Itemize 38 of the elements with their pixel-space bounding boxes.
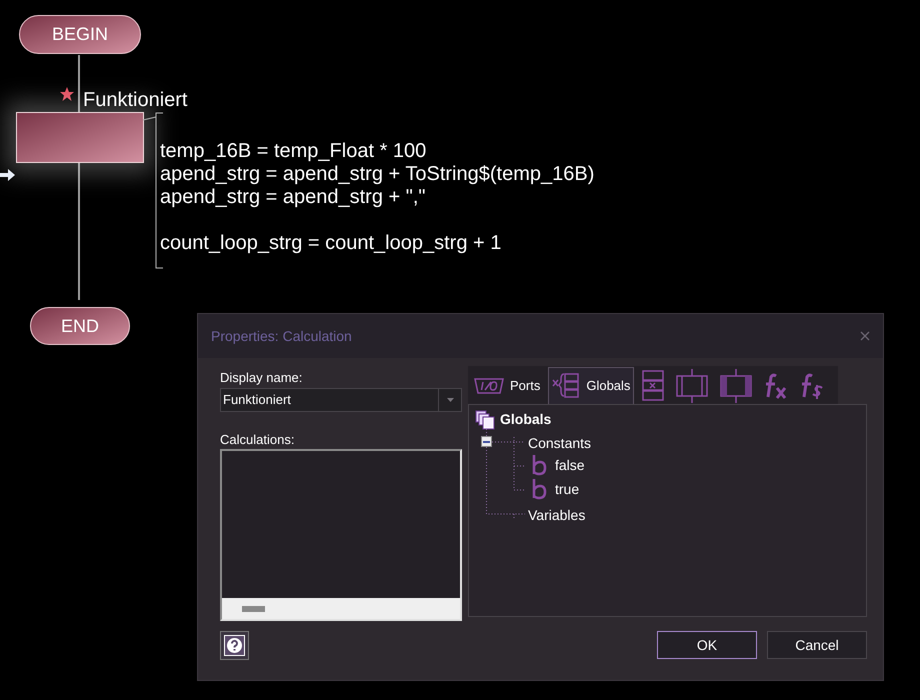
string-function-icon [800, 372, 824, 400]
tab[interactable]: Globals [548, 367, 634, 404]
begin-terminal: BEGIN [19, 15, 141, 54]
collapse-toggle[interactable] [481, 436, 492, 447]
code-line: apend_strg = apend_strg + ToString$(temp_16B) [160, 163, 594, 186]
tab[interactable]: Ports [470, 367, 544, 404]
caret-icon [446, 398, 454, 402]
calculation-node[interactable] [16, 112, 144, 163]
array-icon [642, 370, 664, 402]
tree-item[interactable]: Globals [500, 409, 552, 430]
dialog-button[interactable]: Cancel [767, 631, 867, 659]
tree-item[interactable]: Variables [528, 505, 586, 526]
field-label: Calculations: [220, 431, 294, 449]
display-name-field[interactable]: Funktioniert [220, 388, 439, 412]
function-icon [764, 372, 788, 400]
dialog-button[interactable]: OK [657, 631, 757, 659]
arrow-icon [0, 168, 16, 182]
hatched-block-icon [720, 368, 752, 402]
code-line: count_loop_strg = count_loop_strg + 1 [160, 232, 502, 255]
node-label: Funktioniert [83, 88, 188, 113]
end-terminal: END [30, 307, 130, 345]
code-line: temp_16B = temp_Float * 100 [160, 140, 428, 163]
dropdown-button[interactable] [439, 388, 462, 412]
calculations-list[interactable] [220, 449, 462, 621]
help-button[interactable] [220, 631, 249, 660]
boolean-icon [531, 454, 547, 476]
code-line: apend_strg = apend_strg + "," [160, 186, 426, 209]
dialog-title: Properties: Calculation [211, 326, 352, 346]
tree-item[interactable]: Constants [528, 433, 592, 454]
boolean-icon [531, 478, 547, 500]
horizontal-scrollbar[interactable] [222, 598, 460, 619]
tree-item[interactable]: false [555, 454, 585, 476]
io-icon [474, 376, 504, 394]
close-icon[interactable] [860, 331, 870, 341]
block-icon [676, 368, 708, 402]
field-label: Display name: [220, 369, 302, 387]
pages-icon [475, 410, 495, 430]
tree-item[interactable]: true [555, 478, 580, 500]
